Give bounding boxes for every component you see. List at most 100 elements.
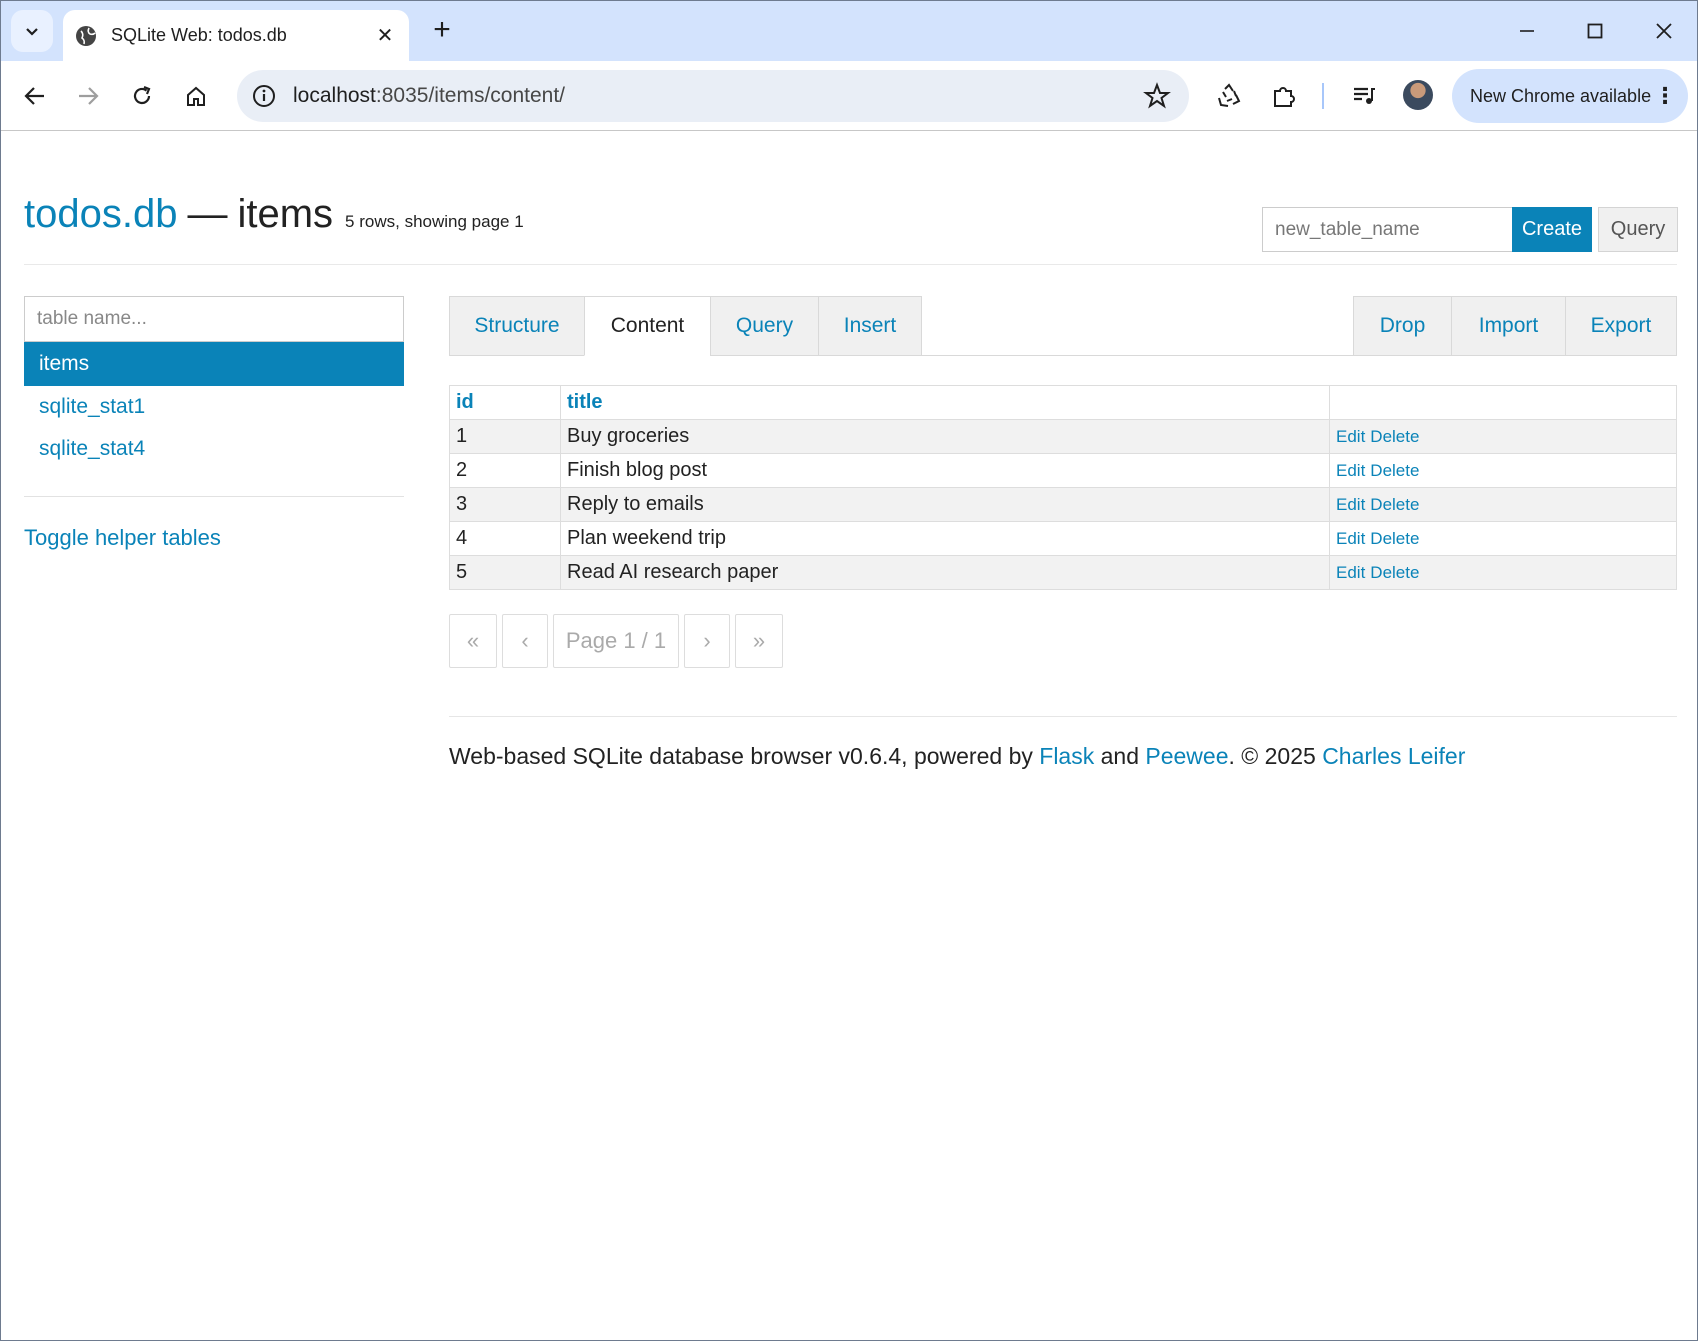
content-table: id title 1 Buy groceries Edit Delete 2 Fi… [449, 385, 1677, 590]
edit-row-link[interactable]: Edit [1336, 529, 1365, 548]
toggle-helper-tables-link[interactable]: Toggle helper tables [24, 525, 404, 551]
chrome-update-button[interactable]: New Chrome available ⋮ [1452, 69, 1688, 123]
address-bar[interactable]: localhost:8035/items/content/ [237, 70, 1189, 122]
table-header-row: id title [449, 385, 1677, 420]
delete-row-link[interactable]: Delete [1370, 563, 1419, 582]
cell-title: Reply to emails [560, 487, 1330, 522]
table-name-heading: items [237, 192, 334, 236]
author-link[interactable]: Charles Leifer [1322, 743, 1465, 769]
bookmark-star-icon[interactable] [1143, 82, 1171, 110]
cell-title: Read AI research paper [560, 555, 1330, 590]
header-divider [24, 264, 1677, 265]
page-indicator: Page 1 / 1 [553, 614, 679, 668]
tab-drop[interactable]: Drop [1353, 296, 1452, 356]
new-table-name-input[interactable] [1262, 207, 1512, 252]
site-info-icon[interactable] [251, 83, 277, 109]
tab-search-button[interactable] [11, 10, 53, 52]
content-tabs: Structure Content Query Insert Drop Impo… [449, 296, 1677, 356]
column-header-actions [1329, 385, 1677, 420]
query-button[interactable]: Query [1598, 207, 1678, 252]
cell-title: Buy groceries [560, 419, 1330, 454]
tab-export[interactable]: Export [1565, 296, 1677, 356]
footer: Web-based SQLite database browser v0.6.4… [449, 743, 1677, 770]
toolbar-divider [1322, 83, 1324, 109]
browser-tab-strip: SQLite Web: todos.db ✕ + [1, 1, 1697, 61]
delete-row-link[interactable]: Delete [1370, 461, 1419, 480]
footer-text: and [1094, 743, 1146, 769]
sidebar-item-sqlite-stat4[interactable]: sqlite_stat4 [24, 428, 404, 470]
tab-query[interactable]: Query [710, 296, 819, 356]
maximize-icon [1587, 23, 1603, 39]
url-text[interactable]: localhost:8035/items/content/ [293, 84, 1143, 108]
cell-id: 1 [449, 419, 561, 454]
previous-page-button[interactable]: ‹ [502, 614, 548, 668]
new-tab-button[interactable]: + [425, 13, 459, 47]
edit-row-link[interactable]: Edit [1336, 461, 1365, 480]
delete-row-link[interactable]: Delete [1370, 529, 1419, 548]
extensions-button[interactable] [1267, 79, 1301, 113]
home-button[interactable] [179, 79, 213, 113]
tab-insert[interactable]: Insert [818, 296, 922, 356]
delete-row-link[interactable]: Delete [1370, 495, 1419, 514]
puzzle-icon [1274, 87, 1295, 107]
delete-row-link[interactable]: Delete [1370, 427, 1419, 446]
sidebar-item-sqlite-stat1[interactable]: sqlite_stat1 [24, 386, 404, 428]
close-icon [1656, 23, 1672, 39]
back-arrow-icon [24, 87, 44, 105]
maximize-button[interactable] [1575, 15, 1615, 47]
tab-title: SQLite Web: todos.db [111, 25, 287, 45]
edit-row-link[interactable]: Edit [1336, 495, 1365, 514]
table-row: 5 Read AI research paper Edit Delete [449, 555, 1677, 590]
profile-avatar[interactable] [1403, 80, 1433, 110]
peewee-link[interactable]: Peewee [1145, 743, 1228, 769]
cell-id: 2 [449, 453, 561, 488]
create-button[interactable]: Create [1512, 207, 1592, 252]
next-page-button[interactable]: › [684, 614, 730, 668]
minimize-button[interactable] [1507, 15, 1547, 47]
row-actions: Edit Delete [1329, 419, 1677, 454]
globe-icon [76, 25, 96, 46]
close-tab-icon[interactable]: ✕ [373, 23, 397, 48]
edit-row-link[interactable]: Edit [1336, 427, 1365, 446]
sidebar-divider [24, 496, 404, 497]
first-page-button[interactable]: « [449, 614, 497, 668]
tab-structure[interactable]: Structure [449, 296, 585, 356]
forward-arrow-icon [79, 87, 99, 105]
recycle-extension-button[interactable] [1212, 79, 1246, 113]
tab-import[interactable]: Import [1451, 296, 1566, 356]
back-button[interactable] [18, 79, 52, 113]
sidebar-item-items[interactable]: items [24, 342, 404, 386]
recycle-icon [1218, 83, 1241, 107]
forward-button[interactable] [71, 79, 105, 113]
more-menu-icon[interactable]: ⋮ [1654, 83, 1676, 109]
footer-divider [449, 716, 1677, 717]
flask-link[interactable]: Flask [1039, 743, 1094, 769]
database-name-link[interactable]: todos.db [24, 192, 177, 237]
close-window-button[interactable] [1644, 15, 1684, 47]
page-content: todos.db — items 5 rows, showing page 1 … [1, 132, 1698, 1340]
media-controls-button[interactable] [1347, 79, 1381, 113]
url-path: :8035/items/content/ [375, 84, 566, 107]
cell-id: 4 [449, 521, 561, 556]
page-title: todos.db — items 5 rows, showing page 1 [24, 192, 524, 237]
column-header-title[interactable]: title [560, 385, 1330, 420]
browser-tab[interactable]: SQLite Web: todos.db ✕ [63, 10, 409, 61]
reload-button[interactable] [125, 79, 159, 113]
last-page-button[interactable]: » [735, 614, 783, 668]
media-queue-icon [1354, 87, 1375, 104]
pagination: « ‹ Page 1 / 1 › » [449, 614, 1677, 668]
title-separator: — [187, 192, 228, 236]
browser-toolbar: localhost:8035/items/content/ New Chrome… [1, 61, 1697, 131]
table-row: 2 Finish blog post Edit Delete [449, 453, 1677, 488]
edit-row-link[interactable]: Edit [1336, 563, 1365, 582]
table-filter-input[interactable] [24, 296, 404, 342]
sidebar: items sqlite_stat1 sqlite_stat4 Toggle h… [24, 296, 404, 551]
tab-content[interactable]: Content [584, 296, 711, 356]
row-actions: Edit Delete [1329, 453, 1677, 488]
cell-title: Finish blog post [560, 453, 1330, 488]
home-icon [187, 86, 205, 106]
column-header-id[interactable]: id [449, 385, 561, 420]
footer-text: Web-based SQLite database browser v0.6.4… [449, 743, 1040, 769]
minimize-icon [1520, 30, 1534, 32]
row-actions: Edit Delete [1329, 487, 1677, 522]
